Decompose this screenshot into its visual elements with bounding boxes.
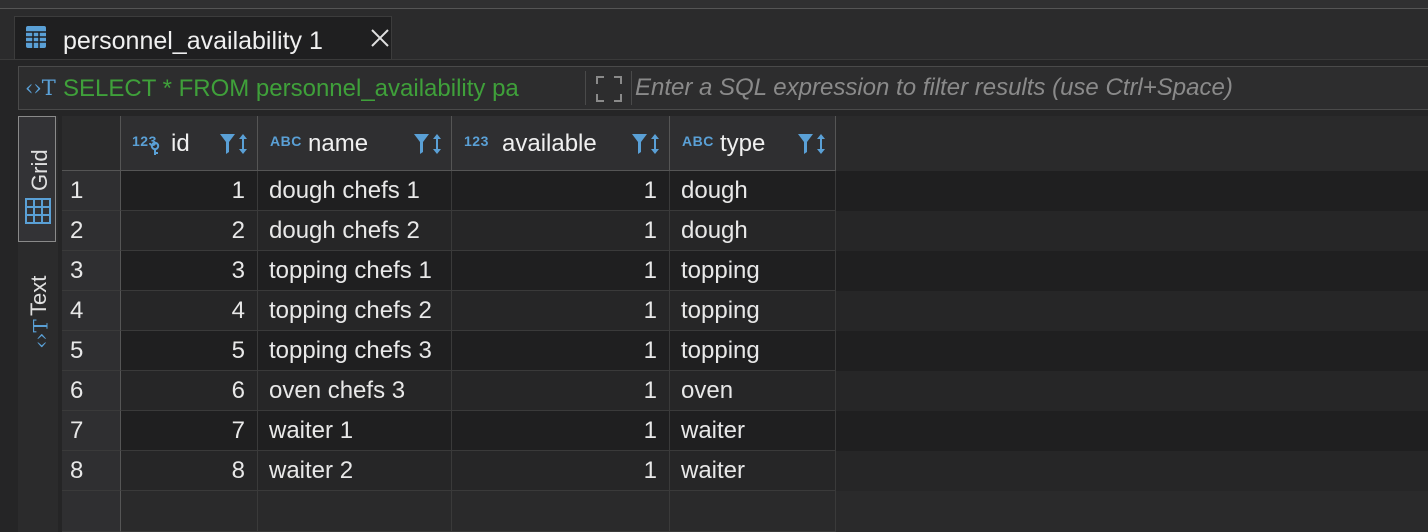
cell-type[interactable]: topping — [670, 251, 836, 291]
filter-expression-input[interactable] — [635, 73, 1415, 103]
filter-sort-icon[interactable] — [796, 130, 830, 158]
cell-available[interactable]: 1 — [452, 331, 670, 371]
cell-id[interactable]: 8 — [121, 451, 258, 491]
column-name: type — [720, 130, 766, 157]
empty-grid-area — [62, 491, 1428, 532]
text-icon: ‹›T — [28, 319, 53, 349]
table-row[interactable]: 3 3 topping chefs 1 1 topping — [62, 251, 1428, 291]
text-type-icon: ABC — [270, 133, 302, 149]
column-header-row: 123 id ABC name 123 available ABC type — [62, 116, 1428, 171]
expand-icon[interactable] — [593, 73, 625, 105]
cell-name[interactable]: waiter 1 — [258, 411, 452, 451]
cell-id[interactable]: 2 — [121, 211, 258, 251]
cell-type[interactable]: waiter — [670, 451, 836, 491]
cell-available[interactable]: 1 — [452, 451, 670, 491]
column-header-available[interactable]: 123 available — [452, 116, 670, 171]
cell-id[interactable]: 4 — [121, 291, 258, 331]
empty-cell — [258, 491, 452, 532]
column-name: name — [308, 130, 369, 157]
divider — [585, 71, 586, 105]
cell-id[interactable]: 6 — [121, 371, 258, 411]
cell-id[interactable]: 3 — [121, 251, 258, 291]
cell-type[interactable]: dough — [670, 171, 836, 211]
row-number[interactable]: 7 — [62, 411, 121, 451]
row-number[interactable]: 3 — [62, 251, 121, 291]
grid-view-button[interactable]: Grid — [18, 116, 56, 242]
numeric-type-icon: 123 — [464, 133, 489, 149]
divider — [631, 71, 632, 105]
empty-cell — [670, 491, 836, 532]
table-row[interactable]: 8 8 waiter 2 1 waiter — [62, 451, 1428, 491]
text-type-icon: ABC — [682, 133, 714, 149]
window-top-border — [0, 0, 1428, 9]
row-number[interactable]: 2 — [62, 211, 121, 251]
cell-name[interactable]: dough chefs 1 — [258, 171, 452, 211]
table-row[interactable]: 7 7 waiter 1 1 waiter — [62, 411, 1428, 451]
row-number[interactable]: 6 — [62, 371, 121, 411]
tab-title: personnel_availability 1 — [63, 27, 323, 55]
table-row[interactable]: 4 4 topping chefs 2 1 topping — [62, 291, 1428, 331]
cell-available[interactable]: 1 — [452, 251, 670, 291]
header-corner[interactable] — [62, 116, 121, 171]
table-row[interactable]: 1 1 dough chefs 1 1 dough — [62, 171, 1428, 211]
row-number-empty — [62, 491, 121, 532]
cell-name[interactable]: topping chefs 1 — [258, 251, 452, 291]
cell-id[interactable]: 1 — [121, 171, 258, 211]
cell-available[interactable]: 1 — [452, 171, 670, 211]
filter-sort-icon[interactable] — [412, 130, 446, 158]
empty-cell — [452, 491, 670, 532]
results-grid: 123 id ABC name 123 available ABC type 1… — [62, 116, 1428, 532]
cell-name[interactable]: waiter 2 — [258, 451, 452, 491]
column-name: available — [502, 130, 597, 157]
filter-bar: ‹›T SELECT * FROM personnel_availability… — [18, 66, 1428, 110]
row-number[interactable]: 4 — [62, 291, 121, 331]
sql-icon[interactable]: ‹›T — [25, 76, 56, 100]
cell-name[interactable]: oven chefs 3 — [258, 371, 452, 411]
row-number[interactable]: 1 — [62, 171, 121, 211]
close-icon[interactable] — [369, 27, 391, 49]
grid-view-label: Grid — [27, 149, 52, 191]
column-header-id[interactable]: 123 id — [121, 116, 258, 171]
cell-available[interactable]: 1 — [452, 211, 670, 251]
editor-tab-bar: personnel_availability 1 — [0, 9, 1428, 60]
cell-available[interactable]: 1 — [452, 291, 670, 331]
cell-available[interactable]: 1 — [452, 371, 670, 411]
key-icon — [150, 142, 160, 155]
table-icon — [26, 26, 46, 48]
column-header-type[interactable]: ABC type — [670, 116, 836, 171]
empty-cell — [121, 491, 258, 532]
table-row[interactable]: 6 6 oven chefs 3 1 oven — [62, 371, 1428, 411]
tab-personnel-availability[interactable]: personnel_availability 1 — [14, 16, 392, 59]
text-view-button[interactable]: Text ‹›T — [18, 246, 56, 366]
cell-name[interactable]: topping chefs 2 — [258, 291, 452, 331]
text-view-label: Text — [26, 275, 51, 316]
cell-type[interactable]: waiter — [670, 411, 836, 451]
cell-name[interactable]: topping chefs 3 — [258, 331, 452, 371]
column-header-name[interactable]: ABC name — [258, 116, 452, 171]
view-switcher: Grid Text ‹›T — [18, 116, 58, 532]
cell-id[interactable]: 7 — [121, 411, 258, 451]
row-number[interactable]: 8 — [62, 451, 121, 491]
filter-sort-icon[interactable] — [218, 130, 252, 158]
cell-available[interactable]: 1 — [452, 411, 670, 451]
cell-id[interactable]: 5 — [121, 331, 258, 371]
column-name: id — [171, 130, 190, 157]
row-number[interactable]: 5 — [62, 331, 121, 371]
sql-query-text[interactable]: SELECT * FROM personnel_availability pa — [63, 75, 583, 103]
cell-type[interactable]: topping — [670, 291, 836, 331]
table-row[interactable]: 5 5 topping chefs 3 1 topping — [62, 331, 1428, 371]
cell-type[interactable]: dough — [670, 211, 836, 251]
cell-type[interactable]: topping — [670, 331, 836, 371]
cell-type[interactable]: oven — [670, 371, 836, 411]
grid-icon — [25, 198, 51, 224]
filter-sort-icon[interactable] — [630, 130, 664, 158]
cell-name[interactable]: dough chefs 2 — [258, 211, 452, 251]
table-row[interactable]: 2 2 dough chefs 2 1 dough — [62, 211, 1428, 251]
